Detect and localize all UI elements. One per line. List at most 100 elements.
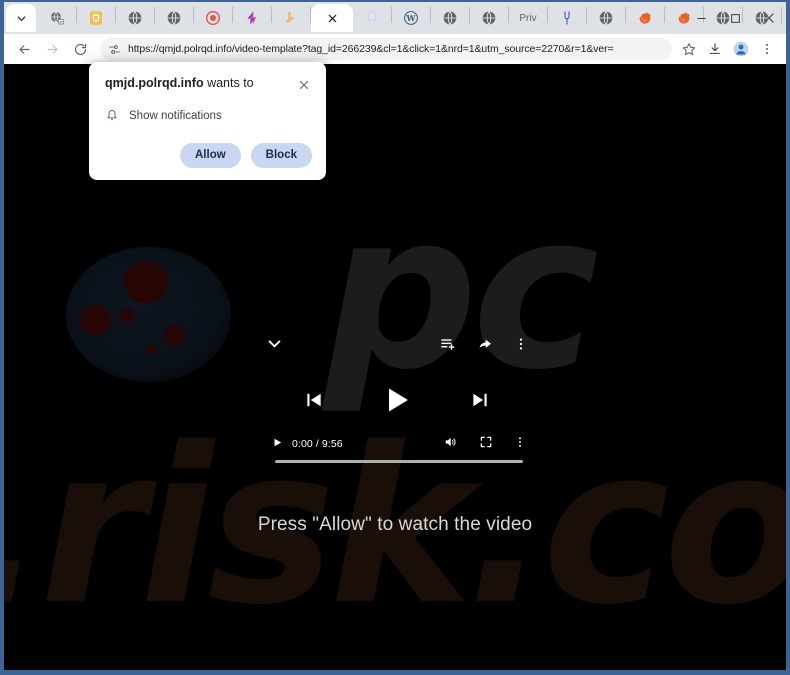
blob-dot (124, 261, 168, 303)
permission-close-button[interactable] (296, 77, 312, 93)
video-time-display: 0:00 / 9:56 (292, 438, 343, 450)
bell-light-icon (366, 11, 378, 23)
allow-hint-text: Press "Allow" to watch the video (257, 514, 533, 535)
wordpress-icon: W (404, 11, 418, 25)
block-button[interactable]: Block (250, 143, 312, 168)
chevron-down-icon (268, 340, 281, 348)
tuning-fork-icon (564, 11, 570, 25)
tab-item[interactable] (233, 4, 271, 32)
allow-button[interactable]: Allow (180, 143, 241, 168)
url-text: https://qmjd.polrqd.info/video-template?… (128, 43, 614, 55)
firefox-orange-icon (639, 12, 651, 24)
bookmark-button[interactable] (676, 36, 702, 62)
permission-request-row: Show notifications (105, 108, 312, 124)
video-overflow-button[interactable] (514, 337, 528, 356)
video-playlist-add-button[interactable] (440, 336, 456, 357)
tab-item[interactable] (272, 4, 310, 32)
lightning-purple-icon (247, 11, 256, 25)
tab-list: 0 W Priv (6, 2, 782, 34)
blob-dot (164, 325, 186, 346)
video-play-button[interactable] (381, 384, 413, 421)
arrow-right-icon (47, 44, 57, 54)
tab-item[interactable]: W (392, 4, 430, 32)
shield-orange-icon: 0 (90, 11, 102, 25)
tab-strip: 0 W Priv (4, 2, 786, 34)
globe-gray-icon (128, 11, 142, 25)
browser-menu-button[interactable] (754, 36, 780, 62)
forward-button[interactable] (38, 35, 66, 63)
record-red-icon (205, 10, 221, 26)
profile-button[interactable] (728, 36, 754, 62)
tab-item-priv[interactable]: Priv (509, 4, 547, 32)
notification-permission-dialog: qmjd.polrqd.info wants to Show notificat… (89, 62, 326, 180)
three-dot-menu-icon (765, 43, 769, 55)
tab-item[interactable] (587, 4, 625, 32)
tab-item[interactable] (470, 4, 508, 32)
video-share-button[interactable] (477, 336, 493, 357)
svg-text:W: W (406, 13, 417, 23)
video-small-play-button[interactable] (272, 435, 283, 453)
close-icon (299, 80, 309, 90)
background-image-blob (66, 247, 231, 382)
play-icon (389, 388, 408, 411)
back-button[interactable] (10, 35, 38, 63)
tab-item[interactable] (155, 4, 193, 32)
tab-item[interactable]: 0 (77, 4, 115, 32)
tab-label: Priv (519, 12, 537, 24)
hand-point-icon (286, 12, 294, 23)
downloads-button[interactable] (702, 36, 728, 62)
reload-icon (74, 43, 86, 55)
three-dot-menu-icon (519, 437, 521, 447)
tab-item[interactable] (743, 4, 781, 32)
permission-header: qmjd.polrqd.info wants to (105, 76, 312, 93)
video-collapse-button[interactable] (266, 335, 283, 357)
share-arrow-icon (479, 339, 491, 348)
blob-dot (146, 345, 157, 355)
video-volume-button[interactable] (444, 435, 458, 454)
blob-dot (80, 305, 111, 335)
playlist-add-icon (441, 338, 455, 350)
tab-search-button[interactable] (6, 4, 36, 32)
tab-item[interactable] (38, 4, 76, 32)
tab-item[interactable] (704, 4, 742, 32)
video-next-button[interactable] (470, 390, 490, 415)
tab-item[interactable] (431, 4, 469, 32)
permission-title: qmjd.polrqd.info wants to (105, 76, 260, 92)
arrow-left-icon (19, 44, 29, 54)
tab-item[interactable] (194, 4, 232, 32)
globe-search-icon (51, 11, 65, 25)
globe-gray-icon (755, 11, 769, 25)
chevron-down-icon (17, 15, 25, 21)
skip-previous-icon (307, 393, 321, 406)
reload-button[interactable] (66, 35, 94, 63)
video-progress-bar[interactable] (275, 460, 523, 463)
download-icon (709, 43, 721, 54)
address-bar[interactable]: https://qmjd.polrqd.info/video-template?… (100, 38, 672, 60)
permission-title-suffix: wants to (203, 76, 254, 90)
permission-request-label: Show notifications (129, 110, 222, 122)
tab-item[interactable] (626, 4, 664, 32)
tab-item[interactable] (548, 4, 586, 32)
close-icon[interactable] (327, 13, 338, 24)
permission-actions: Allow Block (105, 143, 312, 168)
video-transport-controls (304, 384, 490, 420)
star-icon (682, 43, 696, 56)
video-fullscreen-button[interactable] (479, 435, 493, 454)
bell-icon (107, 110, 117, 121)
blob-dot (120, 309, 135, 323)
tab-item-active[interactable] (311, 4, 353, 32)
permission-origin: qmjd.polrqd.info (105, 76, 204, 90)
video-previous-button[interactable] (304, 390, 324, 415)
video-bottom-bar: 0:00 / 9:56 (272, 432, 526, 456)
fullscreen-icon (480, 436, 492, 447)
globe-gray-icon (167, 11, 181, 25)
tab-item[interactable] (665, 4, 703, 32)
browser-toolbar: https://qmjd.polrqd.info/video-template?… (4, 34, 786, 64)
site-settings-icon[interactable] (108, 43, 121, 56)
globe-gray-icon (443, 11, 457, 25)
tab-item[interactable] (116, 4, 154, 32)
video-more-button[interactable] (514, 435, 526, 453)
firefox-orange-icon (678, 12, 690, 24)
globe-gray-icon (716, 11, 730, 25)
tab-item[interactable] (353, 4, 391, 32)
